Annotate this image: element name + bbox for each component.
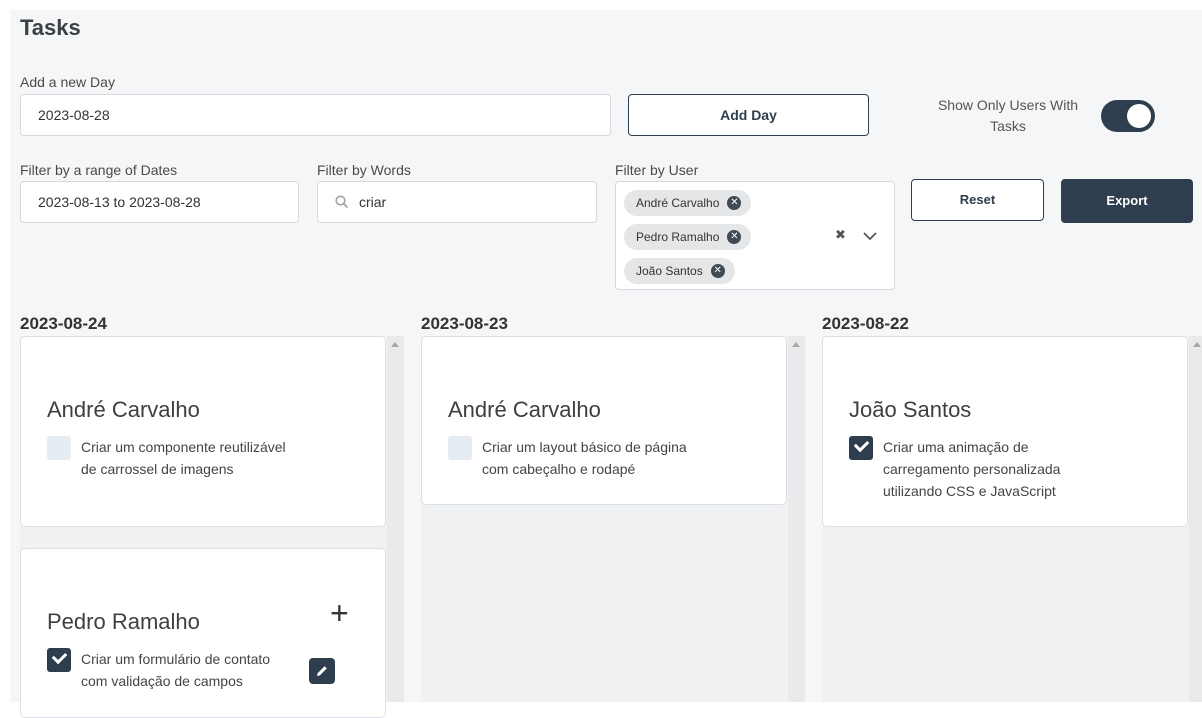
task-checkbox[interactable] (448, 436, 472, 460)
add-day-label: Add a new Day (20, 74, 115, 90)
add-day-button[interactable]: Add Day (628, 94, 869, 136)
user-card: André Carvalho Criar um componente reuti… (20, 336, 386, 527)
remove-chip-icon[interactable]: ✕ (727, 230, 742, 244)
user-chip-label: Pedro Ramalho (636, 230, 720, 244)
export-button[interactable]: Export (1061, 179, 1193, 223)
edit-task-button[interactable] (309, 658, 335, 684)
column-scrollbar[interactable] (387, 336, 404, 702)
scroll-up-icon[interactable] (1193, 342, 1201, 347)
day-column: André Carvalho Criar um layout básico de… (421, 336, 805, 702)
task-text: Criar uma animação de carregamento perso… (883, 439, 1061, 499)
user-name: Pedro Ramalho (47, 609, 200, 634)
day-date-label: 2023-08-23 (421, 314, 508, 333)
add-task-icon[interactable]: + (330, 597, 349, 629)
task-text: Criar um layout básico de página com cab… (482, 439, 687, 477)
words-filter-label: Filter by Words (317, 162, 411, 178)
show-users-with-tasks-label: Show Only Users With Tasks (937, 97, 1079, 134)
scroll-up-icon[interactable] (391, 342, 399, 347)
user-name: André Carvalho (448, 397, 601, 422)
user-name: André Carvalho (47, 397, 200, 422)
remove-chip-icon[interactable]: ✕ (710, 264, 725, 278)
day-column: André Carvalho Criar um componente reuti… (20, 336, 404, 718)
words-filter-input[interactable]: criar (317, 181, 597, 223)
task-item: Criar um layout básico de página com cab… (448, 436, 697, 480)
toggle-knob (1127, 104, 1151, 128)
add-day-date-input[interactable]: 2023-08-28 (20, 94, 611, 136)
clear-all-icon[interactable]: ✖ (835, 226, 846, 244)
user-card: André Carvalho Criar um layout básico de… (421, 336, 787, 505)
day-date-label: 2023-08-22 (822, 314, 909, 333)
task-item: Criar um componente reutilizável de carr… (47, 436, 296, 480)
user-chip-andre: André Carvalho ✕ (624, 190, 752, 216)
chevron-down-icon[interactable] (863, 231, 877, 241)
task-checkbox[interactable] (47, 436, 71, 460)
user-chip-label: André Carvalho (636, 196, 720, 210)
date-range-filter-input[interactable]: 2023-08-13 to 2023-08-28 (20, 181, 299, 223)
day-column: João Santos Criar uma animação de carreg… (822, 336, 1202, 702)
user-filter-select[interactable]: André Carvalho ✕ Pedro Ramalho ✕ João Sa… (615, 181, 895, 290)
column-scrollbar[interactable] (788, 336, 805, 702)
show-users-with-tasks-toggle[interactable] (1101, 100, 1155, 132)
task-text: Criar um formulário de contato com valid… (81, 651, 271, 689)
user-card: João Santos Criar uma animação de carreg… (822, 336, 1188, 527)
column-scrollbar[interactable] (1189, 336, 1202, 702)
user-name: João Santos (849, 397, 972, 422)
task-checkbox[interactable] (47, 648, 71, 672)
user-chip-joao: João Santos ✕ (624, 258, 735, 284)
pencil-icon (317, 666, 327, 676)
day-date-label: 2023-08-24 (20, 314, 107, 333)
search-icon (335, 195, 349, 209)
page-title: Tasks (20, 15, 81, 40)
user-card: Pedro Ramalho + Criar um formulário de c… (20, 548, 386, 718)
task-item: Criar um formulário de contato com valid… (47, 648, 296, 692)
words-filter-value: criar (359, 194, 387, 210)
date-range-filter-label: Filter by a range of Dates (20, 162, 178, 178)
task-text: Criar um componente reutilizável de carr… (81, 439, 286, 477)
task-item: Criar uma animação de carregamento perso… (849, 436, 1098, 502)
user-chip-pedro: Pedro Ramalho ✕ (624, 224, 752, 250)
task-checkbox[interactable] (849, 436, 873, 460)
user-filter-label: Filter by User (615, 162, 699, 178)
user-chip-label: João Santos (636, 264, 703, 278)
remove-chip-icon[interactable]: ✕ (727, 196, 742, 210)
scroll-up-icon[interactable] (792, 342, 800, 347)
reset-button[interactable]: Reset (911, 179, 1044, 221)
